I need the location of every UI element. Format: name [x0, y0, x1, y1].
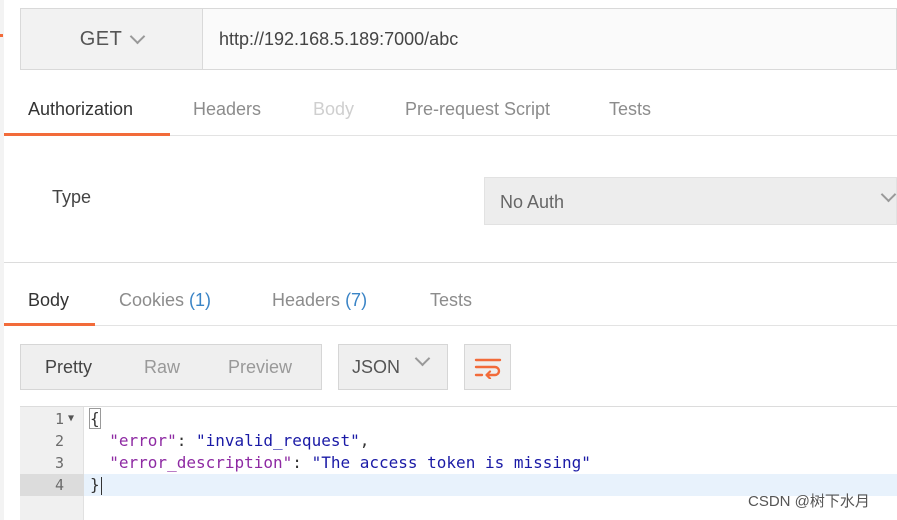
json-key: "error_description": [109, 453, 293, 472]
auth-type-value: No Auth: [500, 192, 565, 212]
code-line: 3 "error_description": "The access token…: [20, 452, 897, 474]
tab-pre-request-script[interactable]: Pre-request Script: [405, 84, 550, 136]
language-select[interactable]: JSON: [338, 344, 448, 390]
line-number: 4: [20, 474, 84, 496]
open-brace: {: [89, 408, 101, 429]
code-line: 1 ▼ {: [20, 408, 897, 430]
headers-count: (7): [345, 290, 368, 310]
line-number: 3: [54, 454, 64, 472]
pretty-button[interactable]: Pretty: [45, 345, 92, 389]
raw-button[interactable]: Raw: [144, 345, 180, 389]
body-format-group: Pretty Raw Preview: [20, 344, 322, 390]
preview-button[interactable]: Preview: [228, 345, 292, 389]
chevron-down-icon: [414, 350, 431, 367]
line-number: 1: [54, 410, 64, 428]
fold-arrow-icon[interactable]: ▼: [68, 408, 74, 430]
method-dropdown[interactable]: GET: [21, 9, 203, 69]
request-url-bar: GET http://192.168.5.189:7000/abc: [20, 8, 897, 70]
credit-watermark: CSDN @树下水月: [748, 493, 870, 510]
tab-tests[interactable]: Tests: [609, 84, 651, 136]
json-comma: ,: [359, 431, 370, 450]
auth-type-label: Type: [52, 187, 92, 207]
json-key: "error": [109, 431, 177, 450]
language-value: JSON: [352, 357, 401, 377]
tab-authorization[interactable]: Authorization: [28, 84, 133, 136]
chevron-down-icon: [880, 186, 897, 203]
json-value: "The access token is missing": [311, 453, 591, 472]
tab-response-headers-label: Headers: [272, 290, 341, 310]
url-input[interactable]: http://192.168.5.189:7000/abc: [219, 9, 458, 69]
line-number: 2: [54, 432, 64, 450]
method-label: GET: [79, 27, 123, 50]
tab-test-results[interactable]: Tests: [430, 276, 472, 326]
tab-cookies-label: Cookies: [119, 290, 185, 310]
active-tab-underline: [4, 323, 95, 326]
response-tabs: Body Cookies (1) Headers (7) Tests: [4, 276, 897, 326]
text-cursor: [100, 476, 102, 495]
tab-response-headers[interactable]: Headers (7): [272, 276, 367, 326]
left-edge-accent: [0, 34, 3, 37]
wrap-lines-icon: [474, 358, 501, 379]
cookies-count: (1): [189, 290, 212, 310]
tab-response-body[interactable]: Body: [28, 276, 69, 326]
request-tabs: Authorization Headers Body Pre-request S…: [4, 84, 897, 136]
chevron-down-icon: [130, 28, 146, 44]
wrap-lines-button[interactable]: [464, 344, 511, 390]
tab-cookies[interactable]: Cookies (1): [119, 276, 211, 326]
tab-headers[interactable]: Headers: [193, 84, 261, 136]
tab-body[interactable]: Body: [313, 84, 354, 136]
auth-type-select[interactable]: No Auth: [484, 177, 897, 225]
close-brace: }: [90, 475, 100, 494]
authorization-panel: Type No Auth: [4, 137, 897, 263]
json-value: "invalid_request": [195, 431, 360, 450]
active-tab-underline: [4, 133, 170, 136]
code-line: 2 "error": "invalid_request",: [20, 430, 897, 452]
